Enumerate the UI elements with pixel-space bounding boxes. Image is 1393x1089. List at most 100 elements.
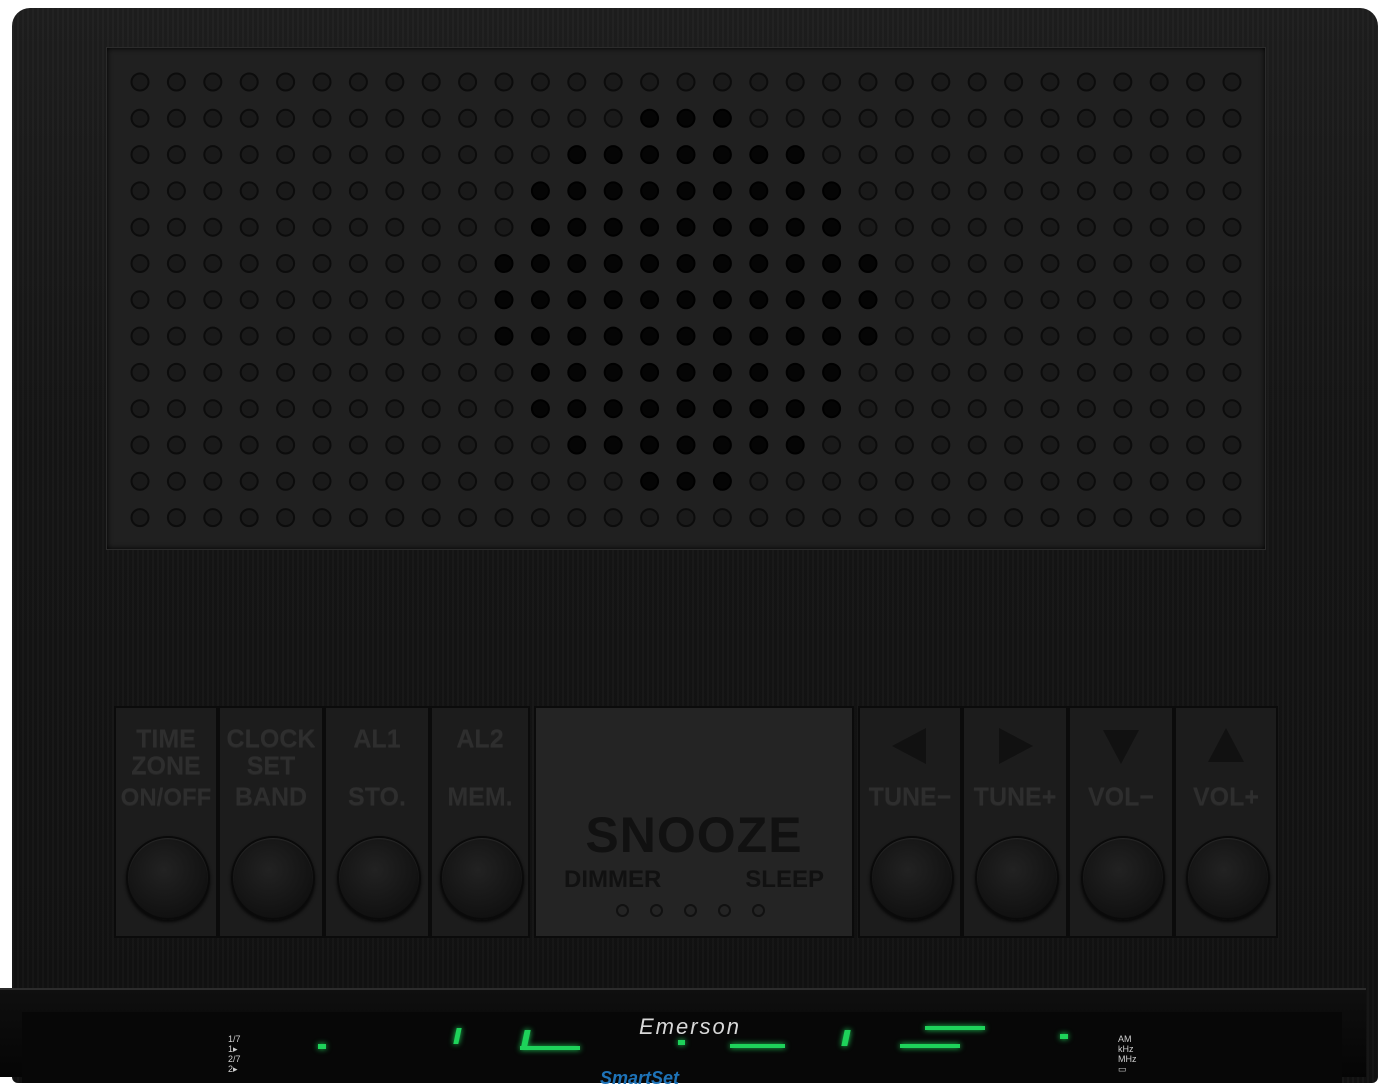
speaker-grille	[106, 47, 1266, 550]
speaker-hole	[640, 217, 660, 237]
speaker-hole	[1040, 181, 1060, 201]
speaker-hole	[712, 145, 732, 165]
speaker-hole	[967, 362, 987, 382]
speaker-hole	[967, 217, 987, 237]
speaker-hole	[1149, 326, 1169, 346]
speaker-hole	[640, 471, 660, 491]
speaker-hole	[130, 362, 150, 382]
speaker-hole	[130, 508, 150, 528]
speaker-hole	[312, 362, 332, 382]
speaker-hole	[1004, 254, 1024, 273]
speaker-hole	[894, 217, 914, 237]
speaker-hole	[1186, 399, 1206, 419]
led-segment	[520, 1046, 580, 1050]
time-zone-knob[interactable]	[126, 836, 210, 920]
speaker-hole	[712, 108, 732, 128]
speaker-hole	[1076, 72, 1096, 92]
speaker-hole	[530, 326, 550, 346]
time-zone-button[interactable]: TIME ZONE ON/OFF	[114, 706, 218, 938]
speaker-hole	[967, 435, 987, 455]
speaker-hole	[239, 508, 259, 528]
speaker-hole	[1004, 145, 1024, 165]
vol-minus-button[interactable]: VOL−	[1068, 706, 1174, 938]
snooze-button[interactable]: SNOOZE DIMMER SLEEP	[534, 706, 854, 938]
vol-plus-knob[interactable]	[1186, 836, 1270, 920]
speaker-hole	[494, 435, 514, 455]
led-segment	[900, 1044, 960, 1048]
vol-plus-button[interactable]: VOL+	[1174, 706, 1278, 938]
speaker-hole	[530, 435, 550, 455]
al2-button[interactable]: AL2 MEM.	[430, 706, 530, 938]
speaker-hole	[458, 290, 478, 310]
speaker-hole	[1222, 254, 1242, 273]
speaker-hole	[894, 471, 914, 491]
tune-minus-button[interactable]: TUNE−	[858, 706, 962, 938]
speaker-hole	[603, 290, 623, 310]
al1-button[interactable]: AL1 STO.	[324, 706, 430, 938]
speaker-hole	[749, 435, 769, 455]
al1-knob[interactable]	[337, 836, 421, 920]
speaker-hole	[676, 254, 696, 273]
speaker-hole	[1149, 435, 1169, 455]
speaker-hole	[567, 181, 587, 201]
speaker-hole	[640, 108, 660, 128]
speaker-hole	[1040, 399, 1060, 419]
speaker-hole	[385, 254, 405, 273]
speaker-hole	[749, 254, 769, 273]
clock-set-button[interactable]: CLOCK SET BAND	[218, 706, 324, 938]
speaker-hole	[1222, 362, 1242, 382]
speaker-hole	[1040, 290, 1060, 310]
speaker-hole	[822, 362, 842, 382]
speaker-hole	[822, 145, 842, 165]
speaker-hole	[276, 508, 296, 528]
led-segment	[730, 1044, 785, 1048]
clock-set-knob[interactable]	[231, 836, 315, 920]
speaker-hole	[1040, 108, 1060, 128]
speaker-hole	[603, 72, 623, 92]
speaker-hole	[312, 471, 332, 491]
speaker-hole	[530, 362, 550, 382]
al2-knob[interactable]	[440, 836, 524, 920]
tune-plus-button[interactable]: TUNE+	[962, 706, 1068, 938]
speaker-hole	[458, 471, 478, 491]
speaker-hole	[130, 108, 150, 128]
indicator-dot	[684, 904, 697, 917]
speaker-hole	[348, 508, 368, 528]
speaker-hole	[1222, 290, 1242, 310]
speaker-hole	[603, 181, 623, 201]
speaker-hole	[130, 145, 150, 165]
speaker-hole	[712, 181, 732, 201]
speaker-hole	[822, 435, 842, 455]
led-dot	[1060, 1034, 1068, 1039]
speaker-hole	[749, 362, 769, 382]
speaker-hole	[1149, 254, 1169, 273]
dimmer-label: DIMMER	[564, 866, 662, 893]
speaker-hole	[712, 290, 732, 310]
band-indicators: AM kHz MHz ▭	[1118, 1034, 1137, 1074]
speaker-hole	[312, 145, 332, 165]
speaker-hole	[603, 108, 623, 128]
speaker-hole	[1040, 145, 1060, 165]
speaker-hole	[1040, 254, 1060, 273]
speaker-hole	[676, 362, 696, 382]
speaker-hole	[312, 290, 332, 310]
speaker-hole	[1076, 508, 1096, 528]
speaker-hole	[1004, 72, 1024, 92]
speaker-hole	[894, 181, 914, 201]
speaker-hole	[530, 145, 550, 165]
speaker-hole	[749, 326, 769, 346]
tune-minus-knob[interactable]	[870, 836, 954, 920]
brand-logo: Emerson	[638, 1014, 742, 1039]
speaker-hole	[276, 181, 296, 201]
speaker-hole	[749, 145, 769, 165]
speaker-hole	[603, 145, 623, 165]
speaker-hole	[567, 326, 587, 346]
vol-minus-knob[interactable]	[1081, 836, 1165, 920]
button-label-line3: MEM.	[447, 783, 513, 811]
speaker-hole	[1004, 362, 1024, 382]
speaker-hole	[676, 72, 696, 92]
tune-plus-knob[interactable]	[975, 836, 1059, 920]
speaker-hole	[676, 181, 696, 201]
speaker-hole	[603, 471, 623, 491]
indicator-al2-on: 2▸	[228, 1064, 238, 1074]
